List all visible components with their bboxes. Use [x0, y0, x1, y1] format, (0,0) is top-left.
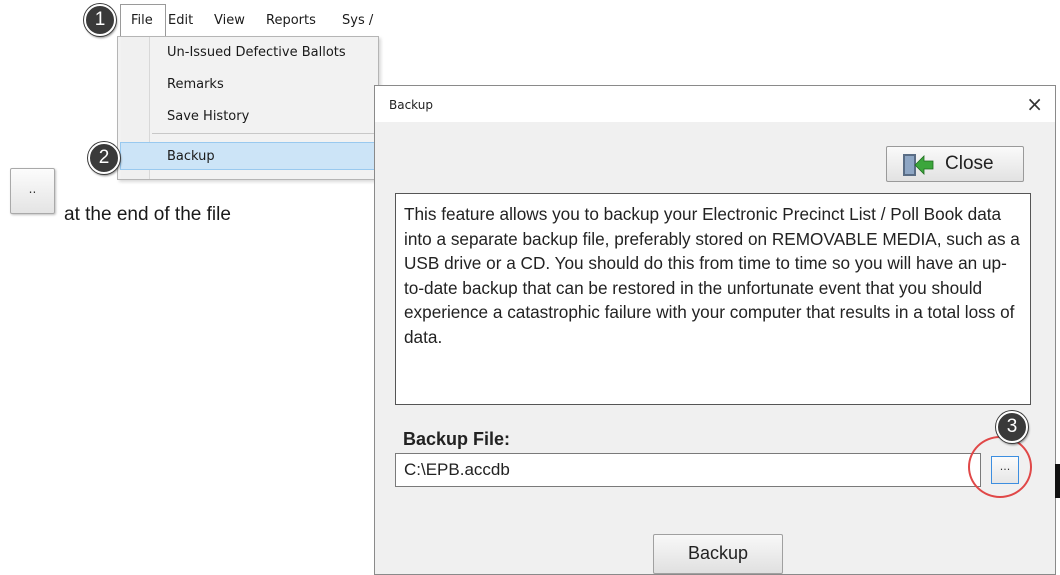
exit-door-icon	[903, 154, 934, 176]
menu-file-label: File	[131, 13, 153, 28]
backup-button[interactable]: Backup	[653, 534, 783, 574]
menu-edit[interactable]: Edit	[168, 13, 193, 28]
description-text: This feature allows you to backup your E…	[395, 193, 1031, 405]
file-menu-dropdown: Un-Issued Defective Ballots Remarks Save…	[117, 36, 379, 180]
close-button[interactable]: Close	[886, 146, 1024, 182]
menu-view[interactable]: View	[214, 13, 245, 28]
menu-separator	[152, 133, 377, 134]
menu-file[interactable]: File	[120, 4, 166, 40]
menu-item-remarks[interactable]: Remarks	[167, 77, 224, 92]
dialog-title: Backup	[389, 98, 433, 112]
backup-file-path-input[interactable]	[395, 453, 981, 487]
callout-1-badge: 1	[84, 4, 116, 36]
highlight-ring	[968, 436, 1032, 498]
backup-file-label: Backup File:	[403, 429, 511, 449]
menu-item-unissued-defective-ballots[interactable]: Un-Issued Defective Ballots	[167, 45, 346, 60]
close-button-label: Close	[945, 153, 994, 174]
menu-item-backup[interactable]: Backup	[167, 149, 215, 164]
callout-2-badge: 2	[88, 142, 120, 174]
instruction-caption: at the end of the file	[64, 204, 231, 225]
dialog-titlebar: Backup ×	[375, 86, 1055, 122]
menu-item-save-history[interactable]: Save History	[167, 109, 249, 124]
backup-dialog: Backup × Close This feature allows you t…	[374, 85, 1056, 575]
close-icon[interactable]: ×	[1026, 92, 1043, 116]
callout-3-badge: 3	[996, 411, 1028, 443]
menu-item-highlight	[120, 142, 376, 170]
menu-sys[interactable]: Sys /	[342, 13, 373, 28]
browse-button-sample: ..	[10, 168, 55, 214]
menu-reports[interactable]: Reports	[266, 13, 316, 28]
